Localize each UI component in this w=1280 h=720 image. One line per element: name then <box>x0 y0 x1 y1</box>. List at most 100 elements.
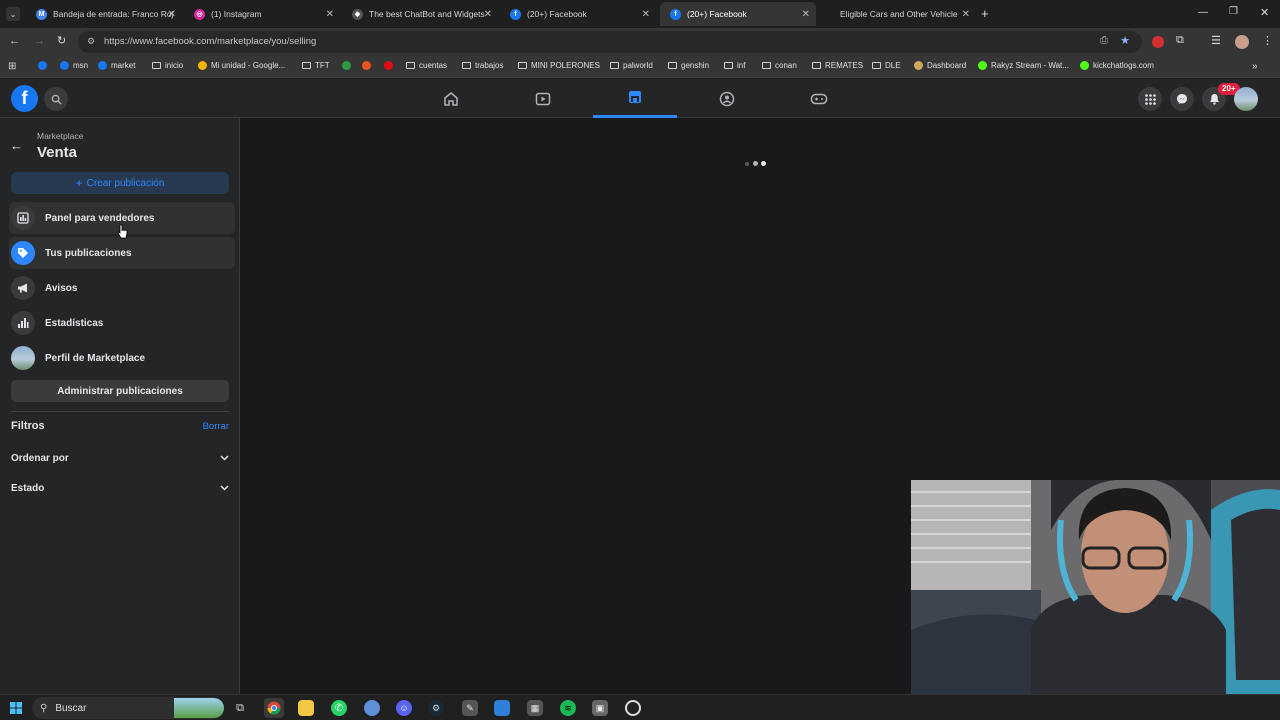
bookmark-item[interactable]: MINI POLERONES <box>518 61 600 70</box>
task-view-icon[interactable]: ⧉ <box>232 700 248 716</box>
sidebar-item-insights[interactable]: Estadísticas <box>9 307 235 339</box>
bookmark-item[interactable]: cuentas <box>406 61 447 70</box>
sidebar-item-ads[interactable]: Avisos <box>9 272 235 304</box>
nav-gaming[interactable] <box>777 79 861 118</box>
whatsapp-icon[interactable]: ✆ <box>331 700 347 716</box>
tab-search-button[interactable]: ⌄ <box>6 7 20 21</box>
bookmark-item[interactable]: conan <box>762 61 797 70</box>
bookmark-item[interactable]: palworld <box>610 61 653 70</box>
taskbar-search-box[interactable]: ⚲ Buscar <box>32 697 224 719</box>
new-tab-button[interactable]: + <box>981 6 989 21</box>
back-arrow-icon[interactable]: ← <box>10 138 23 153</box>
search-icon[interactable] <box>44 87 68 111</box>
close-icon[interactable]: ✕ <box>484 9 492 20</box>
bookmark-label: palworld <box>623 61 653 70</box>
tab-eligible-cars[interactable]: Eligible Cars and Other Vehicle ✕ <box>830 2 976 26</box>
file-explorer-icon[interactable] <box>298 700 314 716</box>
bookmark-item[interactable]: market <box>98 61 135 70</box>
bookmark-item[interactable]: Mi unidad - Google... <box>198 61 285 70</box>
media-controls-icon[interactable]: ☰ <box>1211 34 1221 47</box>
facebook-icon: f <box>510 8 521 20</box>
close-icon[interactable]: ✕ <box>642 9 650 20</box>
tag-icon <box>11 241 35 265</box>
sidebar-divider <box>11 411 229 412</box>
steam-icon[interactable]: ⚙ <box>428 700 444 716</box>
orange-circle-icon <box>362 61 371 70</box>
tab-facebook-active[interactable]: f (20+) Facebook ✕ <box>660 2 816 26</box>
close-icon[interactable]: ✕ <box>168 9 176 20</box>
bookmark-item[interactable]: Rakyz Stream - Wat... <box>978 61 1069 70</box>
extensions-puzzle-icon[interactable]: ⧉ <box>1176 34 1184 47</box>
bookmark-item[interactable]: inf <box>724 61 745 70</box>
apps-grid-icon[interactable]: ⊞ <box>8 61 16 72</box>
close-window-icon[interactable]: ✕ <box>1260 6 1269 19</box>
bookmark-label: Mi unidad - Google... <box>211 61 286 70</box>
bookmark-item[interactable]: genshin <box>668 61 709 70</box>
nav-groups[interactable] <box>685 79 769 118</box>
spotify-icon[interactable]: ≋ <box>560 700 576 716</box>
obs-icon[interactable] <box>625 700 641 716</box>
windows-start-icon[interactable] <box>8 700 24 716</box>
bookmark-item[interactable]: REMATES <box>812 61 863 70</box>
browser-menu-icon[interactable]: ⋮ <box>1262 34 1273 47</box>
nav-home[interactable] <box>409 79 493 118</box>
bookmark-item[interactable]: trabajos <box>462 61 503 70</box>
app-tool-icon[interactable]: ✎ <box>462 700 478 716</box>
calculator-icon[interactable]: ▦ <box>527 700 543 716</box>
tab-instagram[interactable]: ◎ (1) Instagram ✕ <box>184 2 340 26</box>
install-app-icon[interactable]: ⎙ <box>1100 35 1108 46</box>
filter-sort-by[interactable]: Ordenar por <box>11 453 229 464</box>
bookmark-item[interactable]: Dashboard <box>914 61 966 70</box>
menu-grid-icon[interactable] <box>1138 87 1162 111</box>
clear-filters-link[interactable]: Borrar <box>203 421 229 432</box>
bookmark-item[interactable] <box>38 61 51 70</box>
tab-gmail[interactable]: M Bandeja de entrada: Franco Roj ✕ <box>26 2 182 26</box>
bookmark-item[interactable]: TFT <box>302 61 330 70</box>
back-icon[interactable]: ← <box>9 35 20 47</box>
filter-status[interactable]: Estado <box>11 483 229 494</box>
reload-icon[interactable]: ↻ <box>57 34 66 47</box>
sidebar-item-marketplace-profile[interactable]: Perfil de Marketplace <box>9 342 235 374</box>
tab-title: (1) Instagram <box>211 9 262 19</box>
bookmark-label: trabajos <box>475 61 504 70</box>
bookmark-item[interactable] <box>362 61 375 70</box>
close-icon[interactable]: ✕ <box>326 9 334 20</box>
forward-icon[interactable]: → <box>34 35 45 47</box>
bookmark-item[interactable]: kickchatlogs.com <box>1080 61 1154 70</box>
facebook-logo-icon[interactable]: f <box>11 85 38 112</box>
bookmark-item[interactable]: DLE <box>872 61 901 70</box>
manage-listings-button[interactable]: Administrar publicaciones <box>11 380 229 402</box>
minimize-icon[interactable]: — <box>1198 7 1208 18</box>
messenger-icon[interactable] <box>1170 87 1194 111</box>
tab-facebook[interactable]: f (20+) Facebook ✕ <box>500 2 656 26</box>
nav-video[interactable] <box>501 79 585 118</box>
bookmark-label: Dashboard <box>927 61 967 70</box>
bookmark-item[interactable] <box>384 61 397 70</box>
tab-chatbot[interactable]: ◆ The best ChatBot and Widgets ✕ <box>342 2 498 26</box>
restore-icon[interactable]: ❐ <box>1229 6 1238 17</box>
bookmark-item[interactable] <box>342 61 355 70</box>
close-icon[interactable]: ✕ <box>802 9 810 20</box>
nav-marketplace[interactable] <box>593 79 677 118</box>
create-listing-button[interactable]: + Crear publicación <box>11 172 229 194</box>
app-image-icon[interactable]: ▣ <box>592 700 608 716</box>
app-blue-icon[interactable] <box>364 700 380 716</box>
red-n-icon <box>384 61 393 70</box>
breadcrumb[interactable]: Marketplace <box>37 131 83 141</box>
more-bookmarks-icon[interactable]: » <box>1252 61 1258 72</box>
page-title: Venta <box>37 144 78 161</box>
bookmark-item[interactable]: inicio <box>152 61 183 70</box>
profile-avatar[interactable] <box>1235 35 1249 49</box>
address-bar[interactable]: ⚙ https://www.facebook.com/marketplace/y… <box>78 31 1142 53</box>
bookmark-label: genshin <box>681 61 710 70</box>
close-icon[interactable]: ✕ <box>962 9 970 20</box>
bookmark-item[interactable]: msn <box>60 61 88 70</box>
bookmark-star-icon[interactable]: ★ <box>1120 34 1130 47</box>
discord-icon[interactable]: ☺ <box>396 700 412 716</box>
chrome-icon[interactable] <box>264 698 284 718</box>
search-highlight-image <box>174 698 224 718</box>
extension-red-icon[interactable] <box>1152 36 1164 48</box>
account-avatar[interactable] <box>1234 87 1258 111</box>
site-info-icon[interactable]: ⚙ <box>87 36 95 47</box>
app-window-icon[interactable] <box>494 700 510 716</box>
